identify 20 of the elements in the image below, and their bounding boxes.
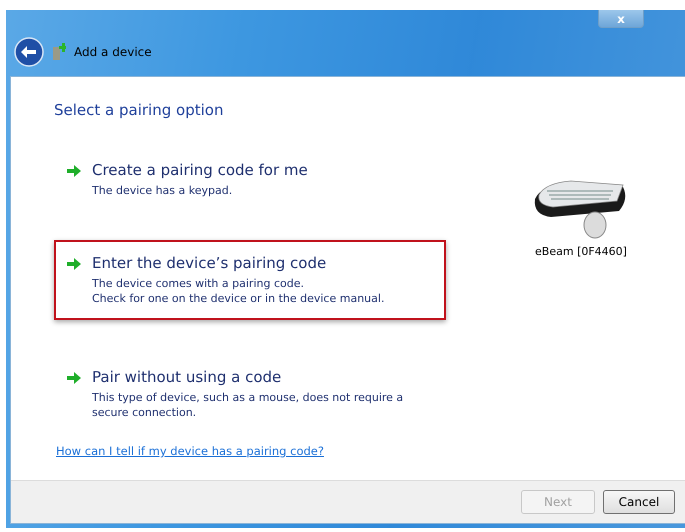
arrow-icon [66, 164, 82, 178]
option-title: Enter the device’s pairing code [92, 254, 328, 272]
option-title: Pair without using a code [92, 368, 282, 386]
option-description: Check for one on the device or in the device manual. [92, 291, 384, 306]
arrow-icon [66, 371, 82, 385]
device-name: eBeam [0F4460] [535, 245, 627, 258]
pairing-option[interactable]: Create a pairing code for me The device has a keypad. [54, 147, 446, 212]
arrow-icon [66, 257, 82, 271]
help-link[interactable]: How can I tell if my device has a pairing code? [56, 444, 454, 458]
option-description: The device has a keypad. [92, 183, 234, 198]
pairing-option[interactable]: Enter the device’s pairing code The device comes with a pairing code. Check for one on the device or in the device manual. [54, 240, 446, 320]
page-heading: Select a pairing option [54, 101, 224, 119]
option-title: Create a pairing code for me [92, 161, 308, 179]
back-button[interactable] [14, 37, 44, 67]
pairing-option[interactable]: Pair without using a code This type of device, such as a mouse, does not require a secure connection. [54, 354, 446, 434]
cancel-button[interactable]: Cancel [603, 490, 675, 514]
option-description: The device comes with a pairing code. [92, 276, 305, 291]
device-add-icon [52, 43, 66, 61]
option-description: This type of device, such as a mouse, does not require a secure connection. [92, 390, 404, 420]
window-title: Add a device [74, 45, 152, 59]
